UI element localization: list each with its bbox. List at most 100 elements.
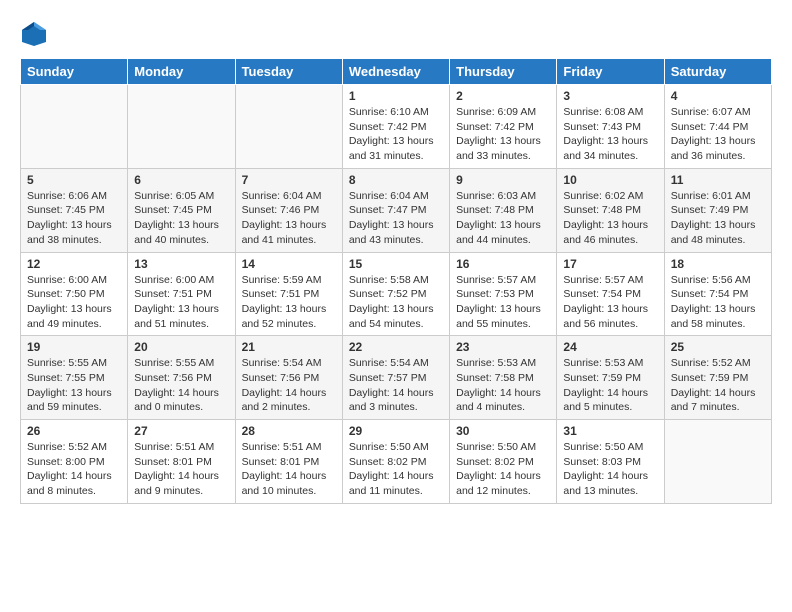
day-number: 16 [456, 257, 550, 271]
day-number: 12 [27, 257, 121, 271]
day-info: Sunrise: 6:04 AM Sunset: 7:46 PM Dayligh… [242, 189, 336, 248]
day-info: Sunrise: 6:08 AM Sunset: 7:43 PM Dayligh… [563, 105, 657, 164]
calendar-cell: 24 Sunrise: 5:53 AM Sunset: 7:59 PM Dayli… [557, 336, 664, 420]
calendar-cell: 18Sunrise: 5:56 AM Sunset: 7:54 PM Dayli… [664, 252, 771, 336]
calendar-cell: 8 Sunrise: 6:04 AM Sunset: 7:47 PM Daylig… [342, 168, 449, 252]
day-info: Sunrise: 5:56 AM Sunset: 7:54 PM Dayligh… [671, 273, 765, 332]
calendar-cell: 2 Sunrise: 6:09 AM Sunset: 7:42 PM Daylig… [450, 85, 557, 169]
day-info: Sunrise: 5:57 AM Sunset: 7:53 PM Dayligh… [456, 273, 550, 332]
calendar-cell: 1 Sunrise: 6:10 AM Sunset: 7:42 PM Daylig… [342, 85, 449, 169]
calendar-cell: 3 Sunrise: 6:08 AM Sunset: 7:43 PM Daylig… [557, 85, 664, 169]
day-number: 31 [563, 424, 657, 438]
day-header-wednesday: Wednesday [342, 59, 449, 85]
day-header-thursday: Thursday [450, 59, 557, 85]
day-header-saturday: Saturday [664, 59, 771, 85]
day-info: Sunrise: 6:01 AM Sunset: 7:49 PM Dayligh… [671, 189, 765, 248]
day-info: Sunrise: 6:07 AM Sunset: 7:44 PM Dayligh… [671, 105, 765, 164]
day-info: Sunrise: 5:58 AM Sunset: 7:52 PM Dayligh… [349, 273, 443, 332]
calendar-cell [21, 85, 128, 169]
day-number: 3 [563, 89, 657, 103]
day-info: Sunrise: 5:59 AM Sunset: 7:51 PM Dayligh… [242, 273, 336, 332]
calendar-cell: 9 Sunrise: 6:03 AM Sunset: 7:48 PM Daylig… [450, 168, 557, 252]
day-number: 20 [134, 340, 228, 354]
calendar-cell: 13 Sunrise: 6:00 AM Sunset: 7:51 PM Dayli… [128, 252, 235, 336]
calendar-cell [235, 85, 342, 169]
calendar-cell: 31 Sunrise: 5:50 AM Sunset: 8:03 PM Dayli… [557, 420, 664, 504]
calendar-cell: 11 Sunrise: 6:01 AM Sunset: 7:49 PM Dayli… [664, 168, 771, 252]
week-row-5: 26 Sunrise: 5:52 AM Sunset: 8:00 PM Dayli… [21, 420, 772, 504]
calendar-cell [664, 420, 771, 504]
day-info: Sunrise: 5:50 AM Sunset: 8:03 PM Dayligh… [563, 440, 657, 499]
day-info: Sunrise: 6:10 AM Sunset: 7:42 PM Dayligh… [349, 105, 443, 164]
calendar-cell: 30 Sunrise: 5:50 AM Sunset: 8:02 PM Dayli… [450, 420, 557, 504]
calendar-cell: 10 Sunrise: 6:02 AM Sunset: 7:48 PM Dayli… [557, 168, 664, 252]
day-number: 9 [456, 173, 550, 187]
day-header-monday: Monday [128, 59, 235, 85]
day-number: 29 [349, 424, 443, 438]
day-info: Sunrise: 6:00 AM Sunset: 7:50 PM Dayligh… [27, 273, 121, 332]
calendar-cell: 22 Sunrise: 5:54 AM Sunset: 7:57 PM Dayli… [342, 336, 449, 420]
day-number: 2 [456, 89, 550, 103]
day-number: 11 [671, 173, 765, 187]
day-info: Sunrise: 5:57 AM Sunset: 7:54 PM Dayligh… [563, 273, 657, 332]
day-info: Sunrise: 5:53 AM Sunset: 7:59 PM Dayligh… [563, 356, 657, 415]
day-info: Sunrise: 5:51 AM Sunset: 8:01 PM Dayligh… [242, 440, 336, 499]
day-number: 26 [27, 424, 121, 438]
day-number: 25 [671, 340, 765, 354]
calendar-cell: 27 Sunrise: 5:51 AM Sunset: 8:01 PM Dayli… [128, 420, 235, 504]
day-header-friday: Friday [557, 59, 664, 85]
day-number: 13 [134, 257, 228, 271]
page-header [20, 20, 772, 48]
calendar-cell: 14 Sunrise: 5:59 AM Sunset: 7:51 PM Dayli… [235, 252, 342, 336]
week-row-4: 19 Sunrise: 5:55 AM Sunset: 7:55 PM Dayli… [21, 336, 772, 420]
day-info: Sunrise: 6:05 AM Sunset: 7:45 PM Dayligh… [134, 189, 228, 248]
day-number: 30 [456, 424, 550, 438]
day-info: Sunrise: 6:02 AM Sunset: 7:48 PM Dayligh… [563, 189, 657, 248]
day-info: Sunrise: 5:54 AM Sunset: 7:56 PM Dayligh… [242, 356, 336, 415]
day-number: 22 [349, 340, 443, 354]
calendar-cell: 5Sunrise: 6:06 AM Sunset: 7:45 PM Daylig… [21, 168, 128, 252]
day-info: Sunrise: 6:03 AM Sunset: 7:48 PM Dayligh… [456, 189, 550, 248]
calendar-table: SundayMondayTuesdayWednesdayThursdayFrid… [20, 58, 772, 504]
day-info: Sunrise: 5:51 AM Sunset: 8:01 PM Dayligh… [134, 440, 228, 499]
day-info: Sunrise: 6:00 AM Sunset: 7:51 PM Dayligh… [134, 273, 228, 332]
calendar-cell: 28 Sunrise: 5:51 AM Sunset: 8:01 PM Dayli… [235, 420, 342, 504]
day-header-tuesday: Tuesday [235, 59, 342, 85]
calendar-cell: 26 Sunrise: 5:52 AM Sunset: 8:00 PM Dayli… [21, 420, 128, 504]
day-number: 24 [563, 340, 657, 354]
day-info: Sunrise: 5:54 AM Sunset: 7:57 PM Dayligh… [349, 356, 443, 415]
calendar-cell: 7Sunrise: 6:04 AM Sunset: 7:46 PM Daylig… [235, 168, 342, 252]
logo-icon [20, 20, 48, 48]
day-info: Sunrise: 5:50 AM Sunset: 8:02 PM Dayligh… [349, 440, 443, 499]
day-number: 23 [456, 340, 550, 354]
header-row: SundayMondayTuesdayWednesdayThursdayFrid… [21, 59, 772, 85]
day-info: Sunrise: 5:50 AM Sunset: 8:02 PM Dayligh… [456, 440, 550, 499]
day-info: Sunrise: 6:09 AM Sunset: 7:42 PM Dayligh… [456, 105, 550, 164]
calendar-cell: 20 Sunrise: 5:55 AM Sunset: 7:56 PM Dayli… [128, 336, 235, 420]
day-number: 19 [27, 340, 121, 354]
week-row-1: 1 Sunrise: 6:10 AM Sunset: 7:42 PM Daylig… [21, 85, 772, 169]
day-info: Sunrise: 5:53 AM Sunset: 7:58 PM Dayligh… [456, 356, 550, 415]
day-number: 17 [563, 257, 657, 271]
day-number: 27 [134, 424, 228, 438]
day-info: Sunrise: 5:52 AM Sunset: 7:59 PM Dayligh… [671, 356, 765, 415]
calendar-cell: 12 Sunrise: 6:00 AM Sunset: 7:50 PM Dayli… [21, 252, 128, 336]
week-row-3: 12 Sunrise: 6:00 AM Sunset: 7:50 PM Dayli… [21, 252, 772, 336]
day-number: 10 [563, 173, 657, 187]
day-info: Sunrise: 5:55 AM Sunset: 7:56 PM Dayligh… [134, 356, 228, 415]
day-info: Sunrise: 6:04 AM Sunset: 7:47 PM Dayligh… [349, 189, 443, 248]
calendar-cell: 4 Sunrise: 6:07 AM Sunset: 7:44 PM Daylig… [664, 85, 771, 169]
day-number: 5 [27, 173, 121, 187]
day-info: Sunrise: 5:55 AM Sunset: 7:55 PM Dayligh… [27, 356, 121, 415]
calendar-cell: 29 Sunrise: 5:50 AM Sunset: 8:02 PM Dayli… [342, 420, 449, 504]
day-number: 14 [242, 257, 336, 271]
day-number: 15 [349, 257, 443, 271]
day-number: 8 [349, 173, 443, 187]
day-number: 1 [349, 89, 443, 103]
calendar-cell: 19 Sunrise: 5:55 AM Sunset: 7:55 PM Dayli… [21, 336, 128, 420]
day-info: Sunrise: 5:52 AM Sunset: 8:00 PM Dayligh… [27, 440, 121, 499]
calendar-cell: 25 Sunrise: 5:52 AM Sunset: 7:59 PM Dayli… [664, 336, 771, 420]
day-number: 28 [242, 424, 336, 438]
day-number: 6 [134, 173, 228, 187]
day-number: 4 [671, 89, 765, 103]
